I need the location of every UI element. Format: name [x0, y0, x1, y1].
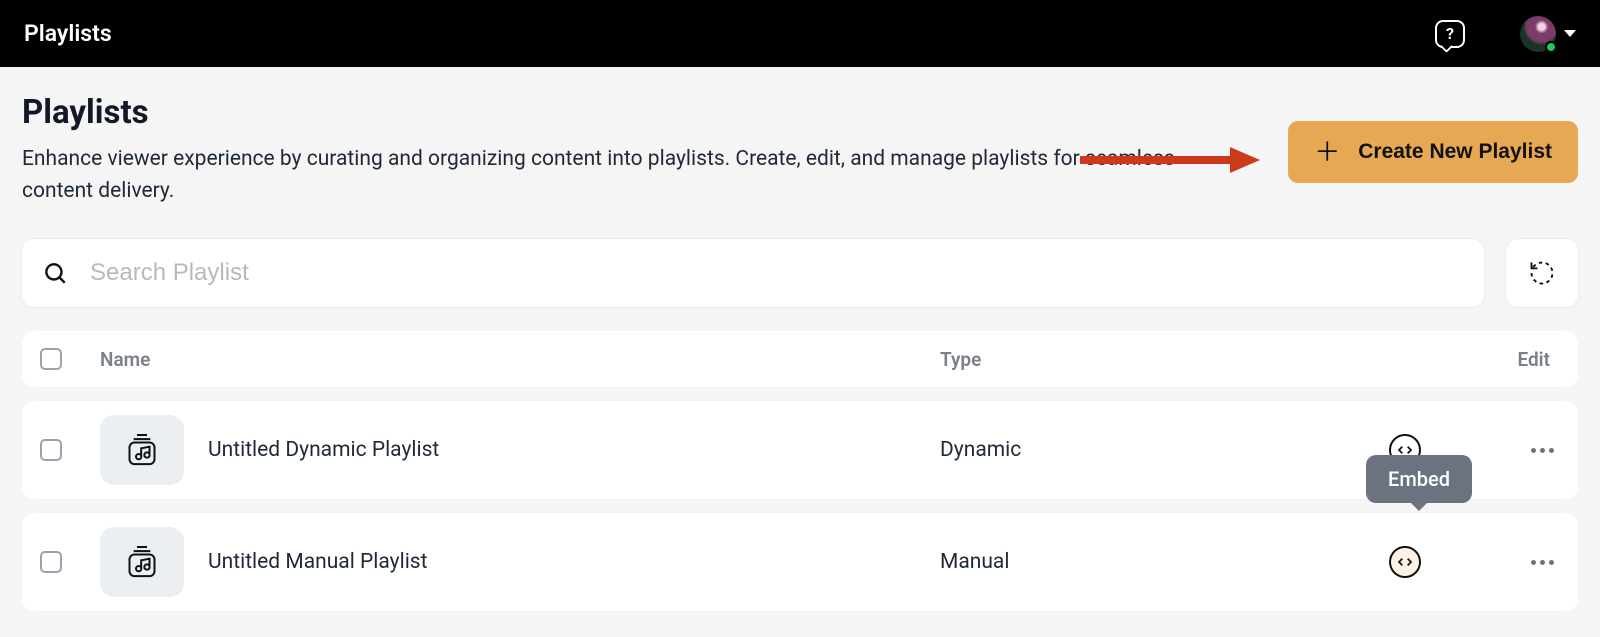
create-button-label: Create New Playlist	[1358, 140, 1552, 164]
search-box[interactable]	[22, 239, 1484, 307]
search-input[interactable]	[90, 259, 1464, 287]
select-all-checkbox[interactable]	[40, 348, 62, 370]
header-edit: Edit	[1440, 348, 1560, 371]
playlists-table: Name Type Edit	[22, 331, 1578, 611]
table-row: Embed Untitled Manual Playlist	[22, 513, 1578, 611]
playlist-icon	[122, 542, 162, 582]
page-header: Playlists Enhance viewer experience by c…	[22, 93, 1578, 207]
search-icon	[42, 260, 68, 286]
page-description: Enhance viewer experience by curating an…	[22, 144, 1242, 207]
topbar-title: Playlists	[24, 20, 112, 47]
playlist-type: Manual	[940, 550, 1370, 574]
header-type: Type	[940, 348, 1370, 371]
playlist-icon	[122, 430, 162, 470]
refresh-icon	[1528, 259, 1556, 287]
table-row: Untitled Dynamic Playlist Dynamic	[22, 401, 1578, 499]
table-header: Name Type Edit	[22, 331, 1578, 387]
account-menu[interactable]	[1520, 16, 1576, 52]
more-actions-button[interactable]	[1525, 554, 1560, 571]
status-online-icon	[1545, 41, 1557, 53]
more-actions-button[interactable]	[1525, 442, 1560, 459]
create-new-playlist-button[interactable]: ＋ Create New Playlist	[1288, 121, 1578, 183]
playlist-name[interactable]: Untitled Dynamic Playlist	[208, 438, 439, 462]
content: Playlists Enhance viewer experience by c…	[0, 67, 1600, 611]
playlist-name[interactable]: Untitled Manual Playlist	[208, 550, 428, 574]
question-icon: ?	[1446, 24, 1454, 43]
row-checkbox[interactable]	[40, 439, 62, 461]
avatar	[1520, 16, 1556, 52]
chevron-down-icon	[1564, 30, 1576, 37]
row-checkbox[interactable]	[40, 551, 62, 573]
playlist-type: Dynamic	[940, 438, 1370, 462]
embed-tooltip: Embed	[1366, 455, 1472, 503]
page-title: Playlists	[22, 93, 1248, 132]
topbar: Playlists ?	[0, 0, 1600, 67]
playlist-thumb	[100, 527, 184, 597]
header-name: Name	[100, 348, 940, 371]
search-row	[22, 239, 1578, 307]
playlist-thumb	[100, 415, 184, 485]
embed-button[interactable]	[1389, 546, 1421, 578]
code-icon	[1397, 556, 1413, 568]
help-button[interactable]: ?	[1435, 20, 1465, 48]
reset-search-button[interactable]	[1506, 239, 1578, 307]
